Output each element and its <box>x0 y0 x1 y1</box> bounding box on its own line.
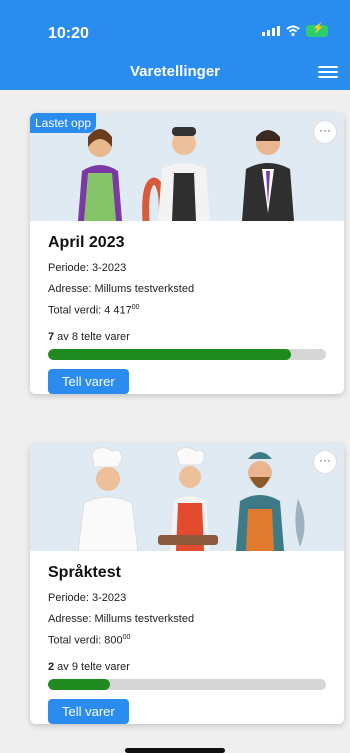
more-options-button[interactable]: ··· <box>314 121 336 143</box>
menu-icon[interactable] <box>318 63 338 79</box>
period-detail: Periode: 3-2023 <box>48 262 127 274</box>
period-detail: Periode: 3-2023 <box>48 592 127 604</box>
count-items-button[interactable]: Tell varer <box>48 368 129 394</box>
battery-icon <box>306 23 328 37</box>
uploaded-badge: Lastet opp <box>30 113 97 133</box>
progress-fill <box>48 678 110 690</box>
more-options-button[interactable]: ··· <box>314 451 336 473</box>
total-value-detail: Total verdi: 80000 <box>48 634 131 647</box>
inventory-card[interactable]: Lastet opp ··· April 2023 Periode: 3-202… <box>30 113 344 394</box>
home-indicator <box>125 748 225 753</box>
app-header: 10:20 Varetellinger <box>0 0 350 90</box>
progress-text: 2 av 9 telte varer <box>48 660 130 673</box>
progress-bar <box>48 348 326 360</box>
card-illustration: ··· <box>30 443 344 551</box>
staff-illustration <box>77 447 305 551</box>
total-value-detail: Total verdi: 4 41700 <box>48 304 140 317</box>
count-items-button[interactable]: Tell varer <box>48 698 129 724</box>
progress-text: 7 av 8 telte varer <box>48 330 130 343</box>
inventory-card[interactable]: ··· Språktest Periode: 3-2023 Adresse: M… <box>30 443 344 724</box>
page-title: Varetellinger <box>129 63 221 80</box>
address-detail: Adresse: Millums testverksted <box>48 613 195 625</box>
card-title: Språktest <box>48 564 121 581</box>
status-time: 10:20 <box>48 25 89 42</box>
card-title: April 2023 <box>48 234 125 251</box>
progress-fill <box>48 348 292 360</box>
status-icons <box>262 23 328 37</box>
progress-bar <box>48 678 326 690</box>
signal-icon <box>262 26 280 36</box>
address-detail: Adresse: Millums testverksted <box>48 283 195 295</box>
wifi-icon <box>286 25 300 37</box>
card-illustration: Lastet opp ··· <box>30 113 344 221</box>
